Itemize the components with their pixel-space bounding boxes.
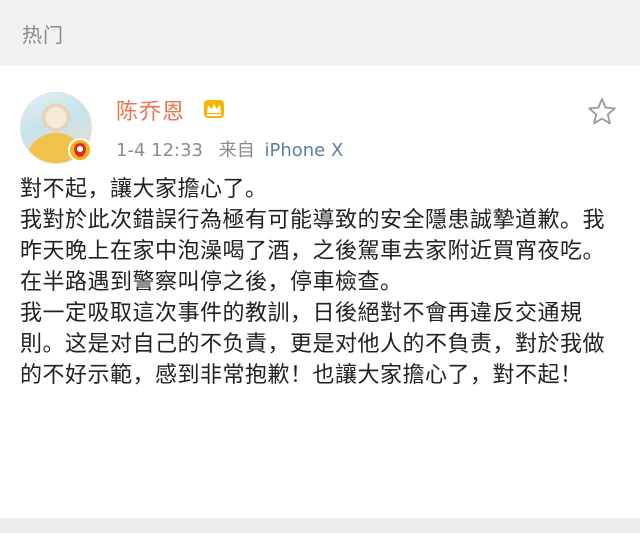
verified-badge-icon bbox=[68, 138, 92, 162]
post-paragraph: 我對於此次錯誤行為極有可能導致的安全隱患誠摯道歉。我昨天晚上在家中泡澡喝了酒，之… bbox=[20, 208, 606, 295]
username[interactable]: 陈乔恩 bbox=[116, 94, 185, 126]
post-paragraph: 我一定吸取這次事件的教訓，日後絕對不會再違反交通規則。这是对自己的不负責，更是对… bbox=[20, 301, 606, 388]
source-prefix: 来自 bbox=[218, 140, 255, 161]
star-icon[interactable] bbox=[586, 96, 618, 128]
crown-icon bbox=[204, 100, 224, 118]
post-time: 1-4 12:33 bbox=[116, 140, 203, 161]
device-link[interactable]: iPhone X bbox=[264, 140, 343, 161]
top-bar: 热门 bbox=[0, 0, 640, 66]
post-body: 對不起，讓大家擔心了。 我對於此次錯誤行為極有可能導致的安全隱患誠摯道歉。我昨天… bbox=[20, 174, 620, 391]
post-meta: 1-4 12:33 来自 iPhone X bbox=[116, 136, 343, 162]
section-title[interactable]: 热门 bbox=[22, 19, 64, 48]
avatar-container[interactable] bbox=[20, 92, 92, 164]
weibo-post-card[interactable]: 陈乔恩 1-4 12:33 来自 iPhone X 對不起，讓大家擔心了。 我對… bbox=[0, 66, 640, 518]
bottom-divider bbox=[0, 518, 640, 533]
post-paragraph: 對不起，讓大家擔心了。 bbox=[20, 177, 268, 202]
